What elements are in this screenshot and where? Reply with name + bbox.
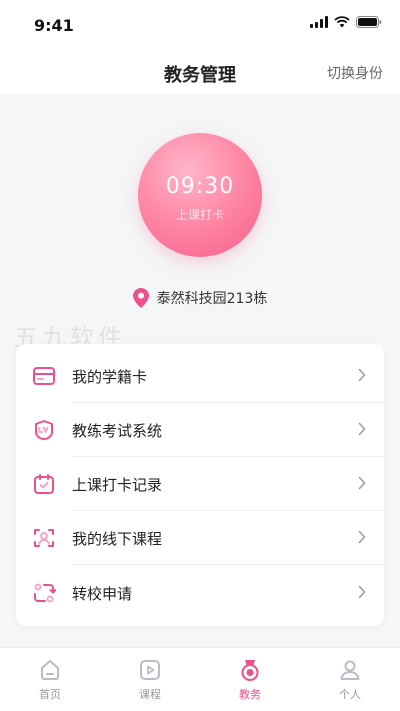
nav-label: 课程	[139, 688, 161, 701]
nav-item-courses[interactable]: 课程	[100, 648, 200, 711]
menu-label: 教练考试系统	[72, 422, 163, 440]
menu-item-clock-records[interactable]: 上课打卡记录	[16, 457, 384, 511]
nav-label: 首页	[39, 688, 61, 701]
chevron-right-icon	[358, 368, 366, 382]
chevron-right-icon	[358, 585, 366, 599]
clock-in-label: 上课打卡	[175, 208, 224, 222]
nav-item-profile[interactable]: 个人	[300, 648, 400, 711]
nav-item-home[interactable]: 首页	[0, 648, 100, 711]
chevron-right-icon	[358, 476, 366, 490]
menu-item-exam-system[interactable]: 教练考试系统	[16, 403, 384, 457]
face-scan-icon	[34, 529, 54, 547]
person-icon	[340, 660, 360, 680]
clock-in-button[interactable]: 09:30 上课打卡	[138, 133, 262, 257]
menu-label: 我的学籍卡	[72, 368, 148, 386]
menu-item-offline-courses[interactable]: 我的线下课程	[16, 511, 384, 565]
status-time: 9:41	[34, 16, 74, 35]
nav-label: 个人	[339, 688, 361, 701]
menu-label: 我的线下课程	[72, 530, 163, 548]
menu-item-student-card[interactable]: 我的学籍卡	[16, 349, 384, 403]
wifi-icon	[334, 16, 350, 28]
play-icon	[140, 660, 160, 680]
location-pin-icon	[132, 288, 149, 308]
switch-identity-button[interactable]: 切换身份	[327, 63, 383, 83]
calendar-check-icon	[34, 474, 54, 494]
medal-icon	[241, 660, 259, 681]
status-icons	[310, 16, 382, 28]
battery-icon	[356, 16, 382, 28]
signal-icon	[310, 16, 328, 28]
home-icon	[41, 660, 59, 680]
location-text: 泰然科技园213栋	[156, 291, 268, 307]
chevron-right-icon	[358, 530, 366, 544]
menu-label: 上课打卡记录	[72, 476, 163, 494]
exam-lv-icon	[35, 420, 53, 440]
nav-item-academic-affairs[interactable]: 教务	[200, 648, 300, 711]
transfer-icon	[34, 583, 56, 603]
menu-card: 我的学籍卡 教练考试系统 上课打卡记录 我的线下课程 转校申请	[16, 344, 384, 626]
chevron-right-icon	[358, 422, 366, 436]
location: 泰然科技园213栋	[0, 287, 400, 309]
status-bar: 9:41	[0, 0, 400, 50]
header: 教务管理 切换身份	[0, 50, 400, 94]
nav-label: 教务	[239, 688, 261, 701]
menu-item-transfer-school[interactable]: 转校申请	[16, 566, 384, 620]
menu-label: 转校申请	[72, 585, 133, 603]
bottom-nav: 首页 课程 教务 个人	[0, 647, 400, 711]
student-card-icon	[33, 367, 55, 385]
divider	[72, 564, 384, 565]
clock-in-time: 09:30	[165, 174, 235, 199]
